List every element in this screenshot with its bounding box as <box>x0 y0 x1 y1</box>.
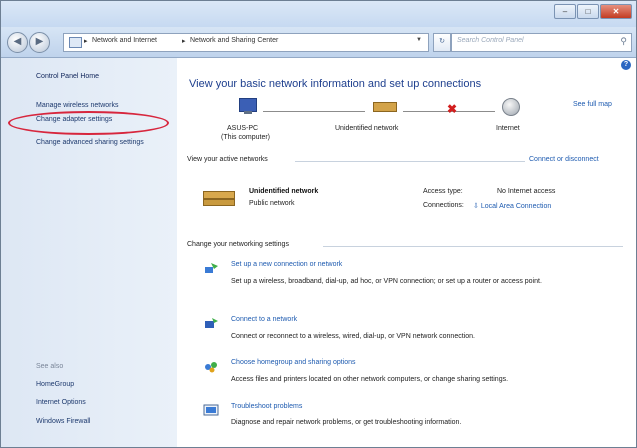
control-panel-icon <box>69 37 82 48</box>
navigation-bar: ◀ ▶ ▸ Network and Internet ▸ Network and… <box>1 27 636 58</box>
address-bar[interactable]: ▸ Network and Internet ▸ Network and Sha… <box>63 33 429 52</box>
page-title: View your basic network information and … <box>189 78 482 90</box>
title-bar: – □ ✕ <box>1 1 636 27</box>
breadcrumb-network-and-internet[interactable]: Network and Internet <box>92 37 157 44</box>
sidebar-item-control-panel-home[interactable]: Control Panel Home <box>36 73 99 80</box>
search-placeholder: Search Control Panel <box>457 37 524 44</box>
connect-network-desc: Connect or reconnect to a wireless, wire… <box>231 333 475 340</box>
refresh-icon[interactable]: ↻ <box>433 33 451 52</box>
homegroup-desc: Access files and printers located on oth… <box>231 376 509 383</box>
globe-icon <box>502 98 520 116</box>
active-network-name: Unidentified network <box>249 188 319 195</box>
sidebar: Control Panel Home Manage wireless netwo… <box>1 58 177 447</box>
homegroup-link[interactable]: Choose homegroup and sharing options <box>231 359 356 366</box>
sidebar-item-manage-wireless[interactable]: Manage wireless networks <box>36 102 118 109</box>
access-type-value: No Internet access <box>497 188 556 195</box>
networking-settings-title: Change your networking settings <box>187 241 289 248</box>
computer-icon <box>239 98 257 114</box>
computer-subtitle: (This computer) <box>221 134 271 141</box>
map-connector <box>263 111 365 112</box>
troubleshoot-link[interactable]: Troubleshoot problems <box>231 403 302 410</box>
divider <box>295 161 525 162</box>
connect-network-icon <box>205 318 218 328</box>
divider <box>323 246 623 247</box>
close-button[interactable]: ✕ <box>600 4 632 19</box>
see-full-map-link[interactable]: See full map <box>573 101 612 108</box>
breadcrumb-network-and-sharing-center[interactable]: Network and Sharing Center <box>190 37 278 44</box>
homegroup-icon <box>205 362 217 373</box>
forward-icon[interactable]: ▶ <box>29 32 50 53</box>
network-label: Unidentified network <box>335 125 399 132</box>
troubleshoot-desc: Diagnose and repair network problems, or… <box>231 419 462 426</box>
network-icon <box>373 102 397 112</box>
window: – □ ✕ ◀ ▶ ▸ Network and Internet ▸ Netwo… <box>0 0 637 448</box>
highlight-circle <box>8 111 169 135</box>
search-icon[interactable]: ⚲ <box>620 36 627 47</box>
maximize-button[interactable]: □ <box>577 4 599 19</box>
connect-network-link[interactable]: Connect to a network <box>231 316 297 323</box>
active-network-type[interactable]: Public network <box>249 200 295 207</box>
computer-name: ASUS-PC <box>227 125 259 132</box>
troubleshoot-icon <box>203 404 219 416</box>
chevron-down-icon[interactable]: ▼ <box>416 37 422 43</box>
chevron-right-icon: ▸ <box>84 38 88 45</box>
network-bench-icon <box>203 188 235 208</box>
window-controls: – □ ✕ <box>553 4 632 19</box>
active-networks-title: View your active networks <box>187 156 268 163</box>
sidebar-item-advanced-sharing[interactable]: Change advanced sharing settings <box>36 138 146 148</box>
internet-label: Internet <box>496 125 520 132</box>
minimize-button[interactable]: – <box>554 4 576 19</box>
setup-connection-desc: Set up a wireless, broadband, dial-up, a… <box>231 278 542 285</box>
back-icon[interactable]: ◀ <box>7 32 28 53</box>
see-also-title: See also <box>36 363 64 370</box>
search-input[interactable]: Search Control Panel ⚲ <box>451 33 632 52</box>
chevron-right-icon: ▸ <box>182 38 186 45</box>
sidebar-item-internet-options[interactable]: Internet Options <box>36 399 86 406</box>
access-type-label: Access type: <box>423 188 463 195</box>
local-area-connection-link[interactable]: ⇩ Local Area Connection <box>473 202 551 210</box>
sidebar-item-windows-firewall[interactable]: Windows Firewall <box>36 418 90 425</box>
connect-or-disconnect-link[interactable]: Connect or disconnect <box>529 156 599 163</box>
new-connection-icon <box>205 263 218 273</box>
sidebar-item-homegroup[interactable]: HomeGroup <box>36 381 74 388</box>
help-icon[interactable]: ? <box>621 60 631 70</box>
main-content: ? View your basic network information an… <box>177 58 636 447</box>
x-icon: ✖ <box>447 102 458 116</box>
setup-connection-link[interactable]: Set up a new connection or network <box>231 261 342 268</box>
local-area-connection-label: Local Area Connection <box>480 203 552 210</box>
connections-label: Connections: <box>423 202 464 209</box>
